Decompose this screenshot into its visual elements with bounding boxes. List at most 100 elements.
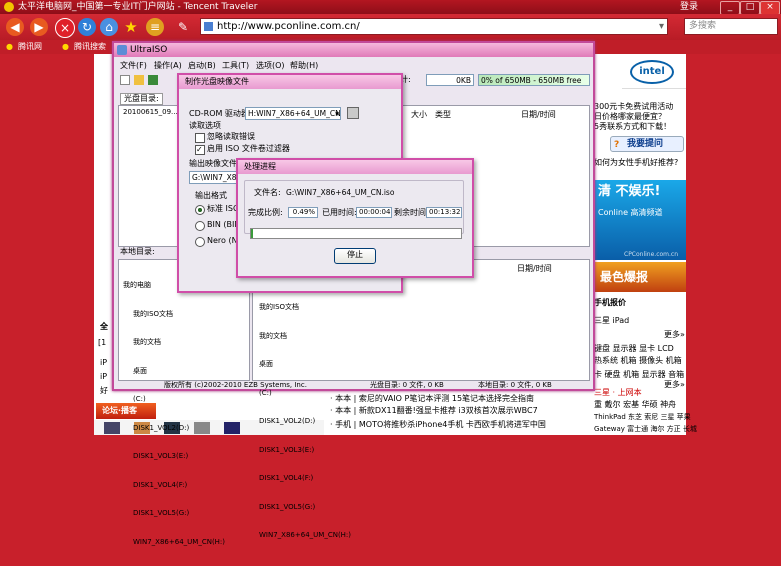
address-bar[interactable]: http://www.pconline.com.cn/ ▾	[200, 18, 668, 35]
tree-item[interactable]: 桌面	[123, 367, 225, 377]
cdrom-select[interactable]: H:WIN7_X86+64_UM_CN ▾	[245, 107, 341, 120]
list-item[interactable]: 我的ISO文档	[259, 303, 351, 313]
right-line[interactable]: 三星 · 上网本	[594, 388, 642, 398]
list-item[interactable]: DISK1_VOL2(D:)	[259, 417, 351, 427]
list-item[interactable]: DISK1_VOL4(F:)	[259, 474, 351, 484]
local-tree[interactable]: 我的电脑 我的ISO文档 我的文档 桌面 (C:) DISK1_VOL2(D:)…	[123, 262, 225, 566]
menu-options[interactable]: 选项(O)	[256, 60, 285, 71]
right-line[interactable]: 重 戴尔 宏基 华硕 神舟	[594, 400, 676, 410]
right-line[interactable]: 键盘 显示器 显卡 LCD	[594, 344, 674, 354]
tree-item[interactable]: DISK1_VOL5(G:)	[123, 509, 225, 519]
disc-dir-tab[interactable]: 光盘目录:	[120, 93, 163, 105]
read-options-label: 读取选项	[189, 121, 221, 130]
iso-filter-checkbox[interactable]: ✓	[195, 145, 205, 155]
home-icon[interactable]: ⌂	[100, 18, 118, 36]
local-list[interactable]: 我的ISO文档 我的文档 桌面 (C:) DISK1_VOL2(D:) DISK…	[259, 284, 351, 560]
color-report-ad[interactable]: 最色爆报	[594, 262, 686, 292]
menu-help[interactable]: 帮助(H)	[290, 60, 318, 71]
more-link[interactable]: 更多»	[664, 380, 685, 390]
hd-channel-ad[interactable]: 清 不娱乐! Conline 高清频道 CPConline.com.cn	[594, 180, 686, 260]
favorite-star-icon[interactable]: ★	[122, 18, 140, 36]
progress-dialog: 处理进程 文件名: G:\WIN7_X86+64_UM_CN.iso 完成比例:…	[236, 158, 474, 278]
right-line[interactable]: 5秀联系方式和下载！	[594, 122, 671, 132]
progress-bar	[250, 228, 462, 239]
left-line: [1	[98, 338, 107, 347]
disc-root-item[interactable]: 20100615_09...	[123, 108, 178, 118]
minimize-icon[interactable]: _	[720, 1, 740, 15]
news-line[interactable]: · 本本 | 新款DX11翻番!强显卡推荐 i3双核首次展示WBC7	[330, 406, 538, 416]
thumb-icon[interactable]	[104, 422, 120, 434]
fav-item-2[interactable]: 腾讯搜索	[74, 40, 106, 54]
right-line[interactable]: ThinkPad 东芝 索尼 三星 苹果	[594, 412, 691, 422]
tools-icon[interactable]: ✎	[174, 18, 192, 36]
local-col-date[interactable]: 日期/时间	[517, 264, 552, 274]
format-iso-radio[interactable]	[195, 205, 205, 215]
search-placeholder: 多搜索	[689, 21, 717, 31]
list-item[interactable]: 我的文档	[259, 332, 351, 342]
menu-tools[interactable]: 工具(T)	[222, 60, 249, 71]
stop-button[interactable]: 停止	[334, 248, 376, 264]
right-line[interactable]: 日价格哪家最便宜？	[594, 112, 666, 122]
col-size[interactable]: 大小	[411, 110, 427, 120]
history-icon[interactable]: ≡	[146, 18, 164, 36]
login-link[interactable]: 登录	[680, 0, 698, 14]
news-line[interactable]: · 本本 | 索尼的VAIO P笔记本评测 15笔记本选择完全指南	[330, 394, 534, 404]
list-item[interactable]: WIN7_X86+64_UM_CN(H:)	[259, 531, 351, 541]
open-icon[interactable]	[134, 75, 144, 85]
disc-status: 光盘目录: 0 文件, 0 KB	[370, 381, 444, 389]
stop-icon[interactable]: ×	[55, 18, 75, 38]
ultraiso-title-bar: UltraISO	[114, 43, 593, 57]
menu-file[interactable]: 文件(F)	[120, 60, 147, 71]
ignore-errors-checkbox[interactable]	[195, 133, 205, 143]
ask-question-button[interactable]: ? 我要提问	[610, 136, 684, 152]
right-line[interactable]: 300元卡免费试用活动	[594, 102, 673, 112]
address-dropdown-icon[interactable]: ▾	[659, 19, 664, 34]
menu-action[interactable]: 操作(A)	[154, 60, 182, 71]
page-icon	[204, 22, 213, 31]
col-type[interactable]: 类型	[435, 110, 451, 120]
menu-boot[interactable]: 启动(B)	[188, 60, 216, 71]
total-size: 0KB	[426, 74, 474, 86]
save-icon[interactable]	[148, 75, 158, 85]
tree-item[interactable]: 我的ISO文档	[123, 310, 225, 320]
col-date[interactable]: 日期/时间	[521, 110, 556, 120]
cdrom-label: CD-ROM 驱动器:	[189, 109, 252, 118]
list-item[interactable]: DISK1_VOL5(G:)	[259, 503, 351, 513]
tree-item[interactable]: DISK1_VOL2(D:)	[123, 424, 225, 434]
chevron-down-icon: ▾	[335, 109, 339, 118]
forward-icon[interactable]: ▶	[30, 18, 48, 36]
local-dir-label: 本地目录:	[120, 247, 155, 256]
list-item[interactable]: 桌面	[259, 360, 351, 370]
more-link[interactable]: 更多»	[664, 330, 685, 340]
thumb-icon[interactable]	[224, 422, 240, 434]
right-line[interactable]: 如何为女性手机好推荐?	[594, 158, 678, 168]
right-line[interactable]: 热系统 机箱 摄像头 机箱	[594, 356, 682, 366]
news-line[interactable]: · 手机 | MOTO将推秒杀iPhone4手机 卡西欧手机将进军中国	[330, 420, 546, 430]
eject-icon[interactable]	[347, 107, 359, 119]
list-item[interactable]: DISK1_VOL3(E:)	[259, 446, 351, 456]
make-image-title: 制作光盘映像文件	[185, 77, 249, 86]
refresh-icon[interactable]: ↻	[78, 18, 96, 36]
maximize-icon[interactable]: □	[740, 1, 760, 15]
tree-item[interactable]: 我的文档	[123, 338, 225, 348]
intel-ad[interactable]: intel	[622, 54, 686, 89]
back-icon[interactable]: ◀	[6, 18, 24, 36]
right-line[interactable]: Gateway 富士通 海尔 方正 长城	[594, 424, 697, 434]
fav-item-1[interactable]: 腾讯网	[18, 40, 42, 54]
close-icon[interactable]: ×	[760, 1, 780, 15]
tree-item[interactable]: WIN7_X86+64_UM_CN(H:)	[123, 538, 225, 548]
tree-item[interactable]: DISK1_VOL4(F:)	[123, 481, 225, 491]
fav-icon-2: ●	[62, 42, 69, 51]
tree-item[interactable]: (C:)	[123, 395, 225, 405]
question-icon: ?	[614, 140, 620, 150]
browser-title-bar: 太平洋电脑网_中国第一专业IT门户网站 - Tencent Traveler	[0, 0, 781, 14]
right-line[interactable]: 卡 硬盘 机箱 显示器 音箱	[594, 370, 684, 380]
fav-icon-1: ●	[6, 42, 13, 51]
new-icon[interactable]	[120, 75, 130, 85]
tree-item[interactable]: DISK1_VOL3(E:)	[123, 452, 225, 462]
page-right-margin	[686, 54, 781, 435]
format-nero-radio[interactable]	[195, 237, 205, 247]
search-box[interactable]: 多搜索	[684, 18, 778, 35]
format-bin-radio[interactable]	[195, 221, 205, 231]
right-line[interactable]: 三星 iPad	[594, 316, 629, 326]
